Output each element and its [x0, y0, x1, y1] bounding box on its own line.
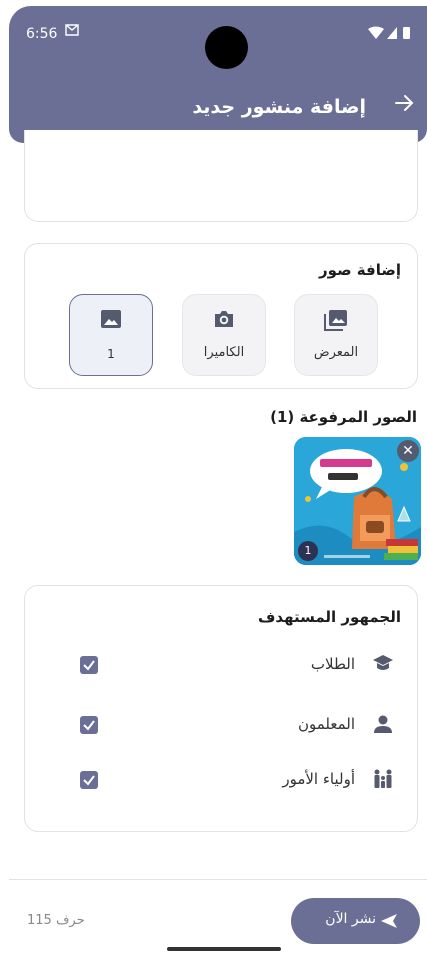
parents-checkbox[interactable]	[80, 771, 98, 789]
gmail-icon	[65, 24, 79, 40]
audience-option-students[interactable]: الطلاب	[25, 651, 417, 681]
target-audience-title: الجمهور المستهدف	[257, 608, 401, 626]
add-photos-title: إضافة صور	[319, 261, 401, 279]
image-icon	[70, 309, 152, 331]
gallery-button[interactable]: المعرض	[294, 294, 378, 376]
audience-option-parents[interactable]: أولياء الأمور	[25, 766, 417, 796]
status-time: 6:56	[26, 26, 58, 42]
audience-label: الطلاب	[310, 655, 355, 673]
camera-icon	[183, 309, 265, 331]
remove-photo-button[interactable]: ✕	[397, 440, 419, 462]
publish-now-button[interactable]: نشر الآن	[291, 898, 420, 944]
character-count: 115 حرف	[27, 913, 85, 928]
gallery-icon	[295, 309, 377, 331]
uploaded-photos-title: الصور المرفوعة (1)	[270, 408, 417, 426]
post-text-card[interactable]	[24, 130, 418, 222]
app-header: 6:56 إضافة منشور جديد	[9, 6, 427, 143]
photo-index-badge: 1	[298, 541, 318, 561]
footer-divider	[9, 879, 427, 880]
status-icons	[367, 26, 413, 44]
gallery-label: المعرض	[313, 345, 359, 360]
uploaded-photo-thumbnail[interactable]: ✕ 1	[294, 437, 421, 565]
arrow-right-icon[interactable]	[393, 92, 415, 118]
person-icon	[371, 714, 395, 738]
students-checkbox[interactable]	[80, 656, 98, 674]
audience-label: أولياء الأمور	[282, 770, 355, 788]
selected-photos-button[interactable]: 1	[69, 294, 153, 376]
family-icon	[371, 769, 395, 793]
teachers-checkbox[interactable]	[80, 716, 98, 734]
add-photos-card: إضافة صور المعرض الكاميرا 1	[24, 243, 418, 389]
home-indicator	[167, 947, 281, 951]
page-title: إضافة منشور جديد	[192, 96, 366, 118]
graduation-cap-icon	[371, 654, 395, 678]
publish-label: نشر الآن	[325, 911, 376, 927]
target-audience-card: الجمهور المستهدف الطلاب المعلمون أولياء …	[24, 585, 418, 832]
selected-photos-count: 1	[107, 347, 115, 361]
camera-button[interactable]: الكاميرا	[182, 294, 266, 376]
audience-option-teachers[interactable]: المعلمون	[25, 711, 417, 741]
send-icon	[380, 912, 398, 930]
camera-cutout	[205, 26, 248, 69]
camera-label: الكاميرا	[203, 345, 245, 360]
audience-label: المعلمون	[297, 715, 355, 733]
